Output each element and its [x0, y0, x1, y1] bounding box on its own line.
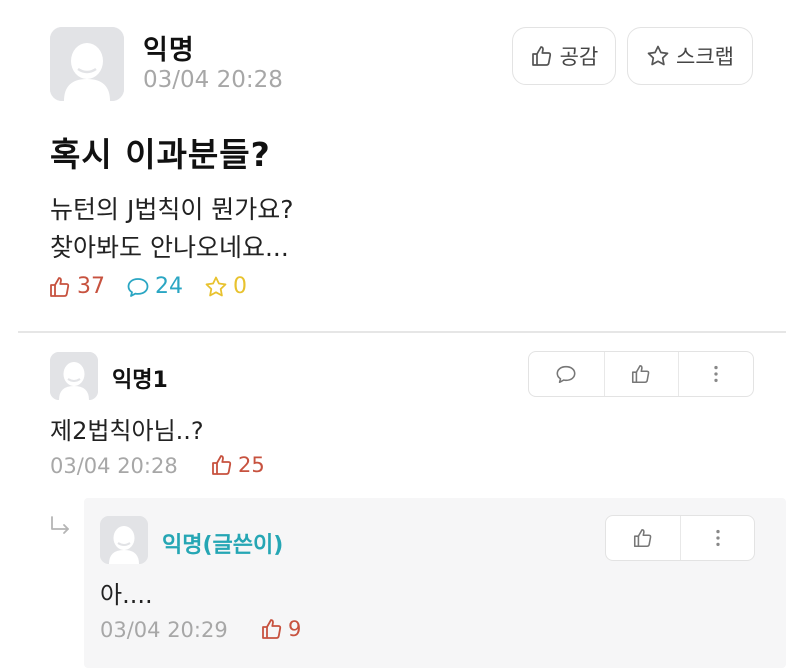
- comment-count-value: 24: [155, 274, 183, 299]
- default-avatar-icon: [100, 516, 148, 564]
- default-avatar-icon: [50, 352, 98, 400]
- thumbs-up-icon: [531, 46, 551, 66]
- section-divider: [18, 331, 786, 333]
- reply-arrow-icon: [51, 516, 69, 534]
- speech-bubble-icon: [556, 365, 576, 384]
- post-title: 혹시 이과분들?: [50, 135, 271, 174]
- post-like-count: 37: [48, 274, 105, 299]
- scrap-button[interactable]: 스크랩: [627, 27, 753, 85]
- reply-like-button[interactable]: [606, 516, 680, 560]
- thumbs-up-icon: [632, 364, 650, 384]
- comment-text: 제2법칙아님..?: [50, 417, 204, 445]
- post-body-line: 뉴턴의 J법칙이 뭔가요?: [50, 195, 294, 224]
- comment-author-avatar: [50, 352, 98, 400]
- reply-like-count: 9: [260, 617, 301, 641]
- reply-actions: [605, 515, 755, 561]
- thumbs-up-icon: [212, 455, 232, 475]
- reply-more-button[interactable]: [680, 516, 754, 560]
- post-author-avatar: [50, 27, 124, 101]
- like-count-value: 37: [77, 274, 105, 299]
- more-vertical-icon: [715, 529, 720, 547]
- comment-more-button[interactable]: [678, 352, 753, 396]
- comment-timestamp: 03/04 20:28: [50, 454, 178, 478]
- reply-author-avatar: [100, 516, 148, 564]
- post-comment-count: 24: [126, 274, 183, 299]
- star-icon: [647, 45, 669, 66]
- like-button-label: 공감: [559, 45, 599, 69]
- post-timestamp: 03/04 20:28: [143, 67, 283, 93]
- comment-like-value: 25: [238, 453, 265, 477]
- default-avatar-icon: [50, 27, 124, 101]
- thumbs-up-icon: [633, 528, 652, 548]
- post-body-line: 찾아봐도 안나오네요...: [50, 233, 289, 262]
- like-button[interactable]: 공감: [512, 27, 616, 85]
- thumbs-up-icon: [262, 619, 282, 639]
- post-scrap-count: 0: [204, 274, 247, 299]
- comment-reply-button[interactable]: [529, 352, 604, 396]
- comment-like-button[interactable]: [603, 352, 679, 396]
- scrap-count-value: 0: [233, 274, 247, 299]
- post-author-name: 익명: [143, 35, 195, 66]
- comment-actions: [528, 351, 754, 397]
- scrap-button-label: 스크랩: [676, 45, 734, 69]
- speech-bubble-icon: [127, 277, 149, 297]
- thumbs-up-icon: [50, 276, 70, 297]
- more-vertical-icon: [714, 365, 718, 383]
- comment-like-count: 25: [210, 453, 265, 477]
- comment-author-name: 익명1: [112, 368, 168, 393]
- star-icon: [205, 276, 227, 296]
- reply-timestamp: 03/04 20:29: [100, 618, 228, 642]
- reply-text: 아....: [100, 581, 153, 609]
- reply-like-value: 9: [288, 617, 302, 641]
- reply-author-name: 익명(글쓴이): [162, 533, 284, 558]
